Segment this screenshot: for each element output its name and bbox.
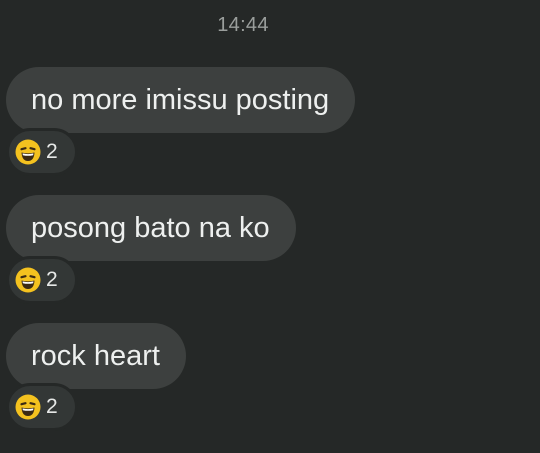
laughing-face-emoji-icon [14,393,42,421]
message-text: rock heart [31,340,160,372]
message-text: posong bato na ko [31,212,270,244]
message-bubble[interactable]: posong bato na ko [6,195,296,261]
reaction-chip[interactable]: 2 [6,383,78,431]
reaction-chip[interactable]: 2 [6,256,78,304]
reaction-count: 2 [46,395,58,418]
reaction-chip[interactable]: 2 [6,128,78,176]
reaction-count: 2 [46,140,58,163]
message-timestamp: 14:44 [217,14,269,36]
message-bubble[interactable]: no more imissu posting [6,67,356,133]
laughing-face-emoji-icon [14,266,42,294]
message-text: no more imissu posting [31,84,330,116]
laughing-face-emoji-icon [14,138,42,166]
reaction-count: 2 [46,268,58,291]
message-bubble[interactable]: rock heart [6,323,186,389]
